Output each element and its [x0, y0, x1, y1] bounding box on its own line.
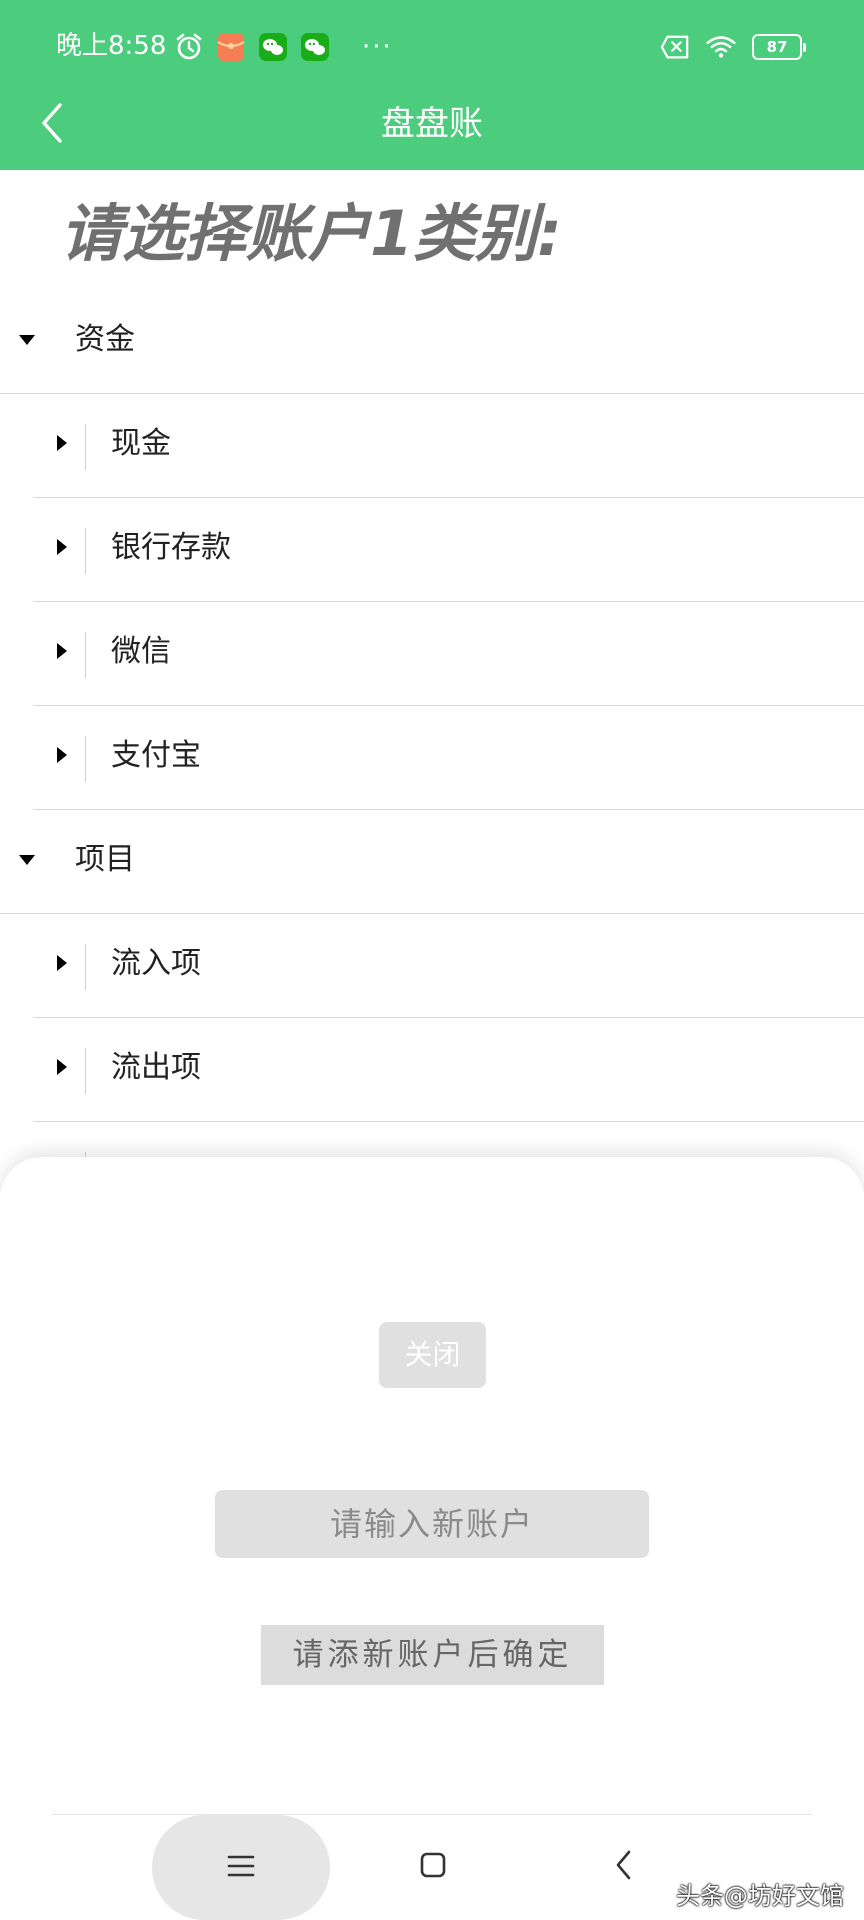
- caret-right-icon[interactable]: [55, 746, 69, 768]
- app-header: 晚上8:58 ··· 87 盘盘账: [0, 0, 864, 170]
- tree-child-label: 银行存款: [111, 530, 231, 565]
- new-account-input[interactable]: [215, 1490, 649, 1558]
- close-button[interactable]: 关闭: [379, 1322, 486, 1388]
- caret-right-icon[interactable]: [55, 642, 69, 664]
- row-divider: [85, 736, 86, 782]
- app-screen: 晚上8:58 ··· 87 盘盘账 请选择账户1类别: 资金 现金 银行存款 微…: [0, 0, 864, 1920]
- status-time: 晚上8:58: [56, 31, 167, 61]
- tree-group-row[interactable]: 资金: [0, 290, 864, 394]
- red-packet-icon: [216, 32, 246, 62]
- tree-child-row[interactable]: 流出项: [33, 1018, 864, 1122]
- tree-child-label: 流出项: [111, 1050, 201, 1085]
- status-bar: 晚上8:58 ··· 87: [0, 0, 864, 95]
- caret-down-icon[interactable]: [18, 332, 36, 351]
- menu-icon: [227, 1854, 255, 1882]
- home-button[interactable]: [401, 1835, 465, 1899]
- no-sim-icon: [660, 32, 690, 62]
- nav-bar: 盘盘账: [0, 95, 864, 170]
- watermark: 头条@坊好文馆: [676, 1882, 844, 1910]
- tree-child-row[interactable]: 流入项: [33, 914, 864, 1018]
- nav-title: 盘盘账: [381, 104, 483, 144]
- row-divider: [85, 632, 86, 678]
- tree-group-row[interactable]: 项目: [0, 810, 864, 914]
- menu-button[interactable]: [152, 1815, 330, 1920]
- alarm-clock-icon: [174, 32, 204, 62]
- caret-down-icon[interactable]: [18, 852, 36, 871]
- tree-child-row[interactable]: 现金: [33, 394, 864, 498]
- tree-child-row[interactable]: 支付宝: [33, 706, 864, 810]
- caret-right-icon[interactable]: [55, 954, 69, 976]
- battery-level: 87: [766, 38, 788, 56]
- system-back-button[interactable]: [592, 1835, 656, 1899]
- tree-child-label: 现金: [111, 426, 171, 461]
- battery-icon: 87: [752, 34, 806, 60]
- wifi-icon: [706, 32, 736, 62]
- square-home-icon: [419, 1851, 447, 1883]
- back-arrow-icon: [614, 1849, 634, 1885]
- category-tree: 资金 现金 银行存款 微信 支付宝 项目 流入项 流出项: [0, 290, 864, 1225]
- status-system-icons: 87: [660, 30, 806, 64]
- wechat-icon: [300, 32, 330, 62]
- tree-child-row[interactable]: 微信: [33, 602, 864, 706]
- caret-right-icon[interactable]: [55, 1058, 69, 1080]
- more-notifications-icon: ···: [362, 32, 393, 62]
- row-divider: [85, 944, 86, 990]
- confirm-add-account-button[interactable]: 请添新账户后确定: [261, 1625, 604, 1685]
- caret-right-icon[interactable]: [55, 538, 69, 560]
- row-divider: [85, 424, 86, 470]
- tree-child-label: 支付宝: [111, 738, 201, 773]
- tree-child-row[interactable]: 银行存款: [33, 498, 864, 602]
- tree-group-label: 资金: [75, 322, 135, 357]
- tree-child-label: 流入项: [111, 946, 201, 981]
- tree-group-label: 项目: [75, 842, 135, 877]
- status-notification-icons: ···: [174, 30, 393, 64]
- bottom-sheet: 关闭 请添新账户后确定: [0, 1157, 864, 1920]
- page-title: 请选择账户1类别:: [60, 197, 562, 270]
- row-divider: [85, 528, 86, 574]
- tree-child-label: 微信: [111, 634, 171, 669]
- wechat-icon: [258, 32, 288, 62]
- row-divider: [85, 1048, 86, 1094]
- caret-right-icon[interactable]: [55, 434, 69, 456]
